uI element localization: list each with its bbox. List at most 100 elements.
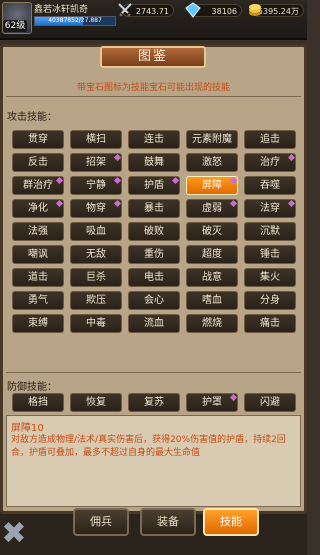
player-name: 鑫若冰轩凯奇	[34, 5, 89, 15]
skill-button[interactable]: 电击	[128, 268, 180, 287]
skill-button[interactable]: 法强	[12, 222, 64, 241]
power-counter: 2743.71	[118, 3, 174, 17]
skill-button[interactable]: 战意	[186, 268, 238, 287]
tab-skills[interactable]: 技能	[203, 508, 259, 536]
skill-label: 法穿	[260, 203, 280, 214]
skill-button[interactable]: 格挡	[12, 393, 64, 412]
skill-button[interactable]: 连击	[128, 130, 180, 149]
attack-skill-grid: 贯穿 横扫 连击 元素附魔 追击反击 招架 鼓舞 激怒 治疗群治疗 宁静 护盾 屏障 吞噬净化 物穿 暴击 虚…	[12, 130, 296, 337]
skill-description-text: 对敌方造成物理/法术/真实伤害后，获得20%伤害值的护盾，持续2回合，护盾可叠加…	[11, 435, 286, 458]
skill-button[interactable]: 净化	[12, 199, 64, 218]
skill-button[interactable]: 破灭	[186, 222, 238, 241]
skill-label: 中毒	[86, 318, 106, 329]
close-icon[interactable]: ✖	[0, 515, 28, 553]
skill-button[interactable]: 鼓舞	[128, 153, 180, 172]
skill-label: 宁静	[86, 180, 106, 191]
skill-label: 鼓舞	[144, 157, 164, 168]
skill-button[interactable]: 暴击	[128, 199, 180, 218]
exp-bar: 40387852/27.887	[34, 16, 116, 26]
skill-button[interactable]: 超度	[186, 245, 238, 264]
skill-button[interactable]: 痛击	[244, 314, 296, 333]
gem-icon	[287, 153, 296, 162]
skill-label: 勇气	[28, 295, 48, 306]
skill-button[interactable]: 护罩	[186, 393, 238, 412]
skill-button[interactable]: 巨杀	[70, 268, 122, 287]
skill-label: 反击	[28, 157, 48, 168]
skill-button[interactable]: 流血	[128, 314, 180, 333]
skill-button[interactable]: 分身	[244, 291, 296, 310]
skill-button[interactable]: 锤击	[244, 245, 296, 264]
skill-button[interactable]: 燃烧	[186, 314, 238, 333]
skill-label: 招架	[86, 157, 106, 168]
gem-icon	[229, 199, 238, 208]
diamond-icon	[185, 2, 201, 18]
skill-button[interactable]: 元素附魔	[186, 130, 238, 149]
skill-button[interactable]: 群治疗	[12, 176, 64, 195]
skill-label: 法强	[28, 226, 48, 237]
panel-title: 图鉴	[137, 49, 168, 64]
skill-button[interactable]: 吸血	[70, 222, 122, 241]
skill-button[interactable]: 会心	[128, 291, 180, 310]
skill-button[interactable]: 反击	[12, 153, 64, 172]
skill-button[interactable]: 招架	[70, 153, 122, 172]
defense-skills-label: 防御技能：	[7, 382, 57, 393]
skill-button[interactable]: 物穿	[70, 199, 122, 218]
gem-icon	[113, 176, 122, 185]
skill-button[interactable]: 勇气	[12, 291, 64, 310]
skill-button[interactable]: 护盾	[128, 176, 180, 195]
skill-button[interactable]: 无敌	[70, 245, 122, 264]
skill-button[interactable]: 嘲讽	[12, 245, 64, 264]
skill-label: 破灭	[202, 226, 222, 237]
gold-counter: 5395.24万	[249, 4, 304, 17]
skill-button[interactable]: 束缚	[12, 314, 64, 333]
level-badge: 62级	[3, 20, 27, 32]
skill-button[interactable]: 追击	[244, 130, 296, 149]
skill-label: 连击	[144, 134, 164, 145]
skill-label: 痛击	[260, 318, 280, 329]
tab-equipment[interactable]: 装备	[140, 508, 196, 536]
skill-button[interactable]: 贯穿	[12, 130, 64, 149]
skill-label: 贯穿	[28, 134, 48, 145]
skill-button[interactable]: 治疗	[244, 153, 296, 172]
skill-description-title: 屏障10	[11, 423, 44, 434]
skill-label: 流血	[144, 318, 164, 329]
skill-button[interactable]: 横扫	[70, 130, 122, 149]
gem-counter: 38106	[185, 2, 242, 18]
skill-button[interactable]: 中毒	[70, 314, 122, 333]
skill-button[interactable]: 激怒	[186, 153, 238, 172]
gem-icon	[113, 153, 122, 162]
skill-button[interactable]: 吞噬	[244, 176, 296, 195]
skill-button[interactable]: 沉默	[244, 222, 296, 241]
gem-icon	[171, 176, 180, 185]
gem-icon	[55, 176, 64, 185]
skill-label: 屏障	[202, 180, 222, 191]
skill-label: 巨杀	[86, 272, 106, 283]
skill-label: 物穿	[86, 203, 106, 214]
skill-label: 嘲讽	[28, 249, 48, 260]
skill-button[interactable]: 屏障	[186, 176, 238, 195]
skill-label: 会心	[144, 295, 164, 306]
skill-button[interactable]: 法穿	[244, 199, 296, 218]
skill-button[interactable]: 虚弱	[186, 199, 238, 218]
skill-button[interactable]: 恢复	[70, 393, 122, 412]
skill-button[interactable]: 闪避	[244, 393, 296, 412]
skill-button[interactable]: 欺压	[70, 291, 122, 310]
gem-icon	[113, 199, 122, 208]
skill-label: 护罩	[202, 397, 222, 408]
skill-button[interactable]: 复苏	[128, 393, 180, 412]
divider	[6, 96, 301, 97]
skill-button[interactable]: 道击	[12, 268, 64, 287]
skill-button[interactable]: 破败	[128, 222, 180, 241]
tab-mercenary[interactable]: 佣兵	[73, 508, 129, 536]
skill-label: 道击	[28, 272, 48, 283]
swords-icon	[118, 3, 132, 17]
skill-button[interactable]: 嗜血	[186, 291, 238, 310]
skill-button[interactable]: 重伤	[128, 245, 180, 264]
attack-skills-label: 攻击技能：	[7, 112, 57, 123]
skill-label: 重伤	[144, 249, 164, 260]
skill-label: 锤击	[260, 249, 280, 260]
skill-button[interactable]: 宁静	[70, 176, 122, 195]
exp-text: 40387852/27.887	[48, 17, 102, 24]
gold-coins-icon	[249, 4, 261, 16]
skill-button[interactable]: 集火	[244, 268, 296, 287]
